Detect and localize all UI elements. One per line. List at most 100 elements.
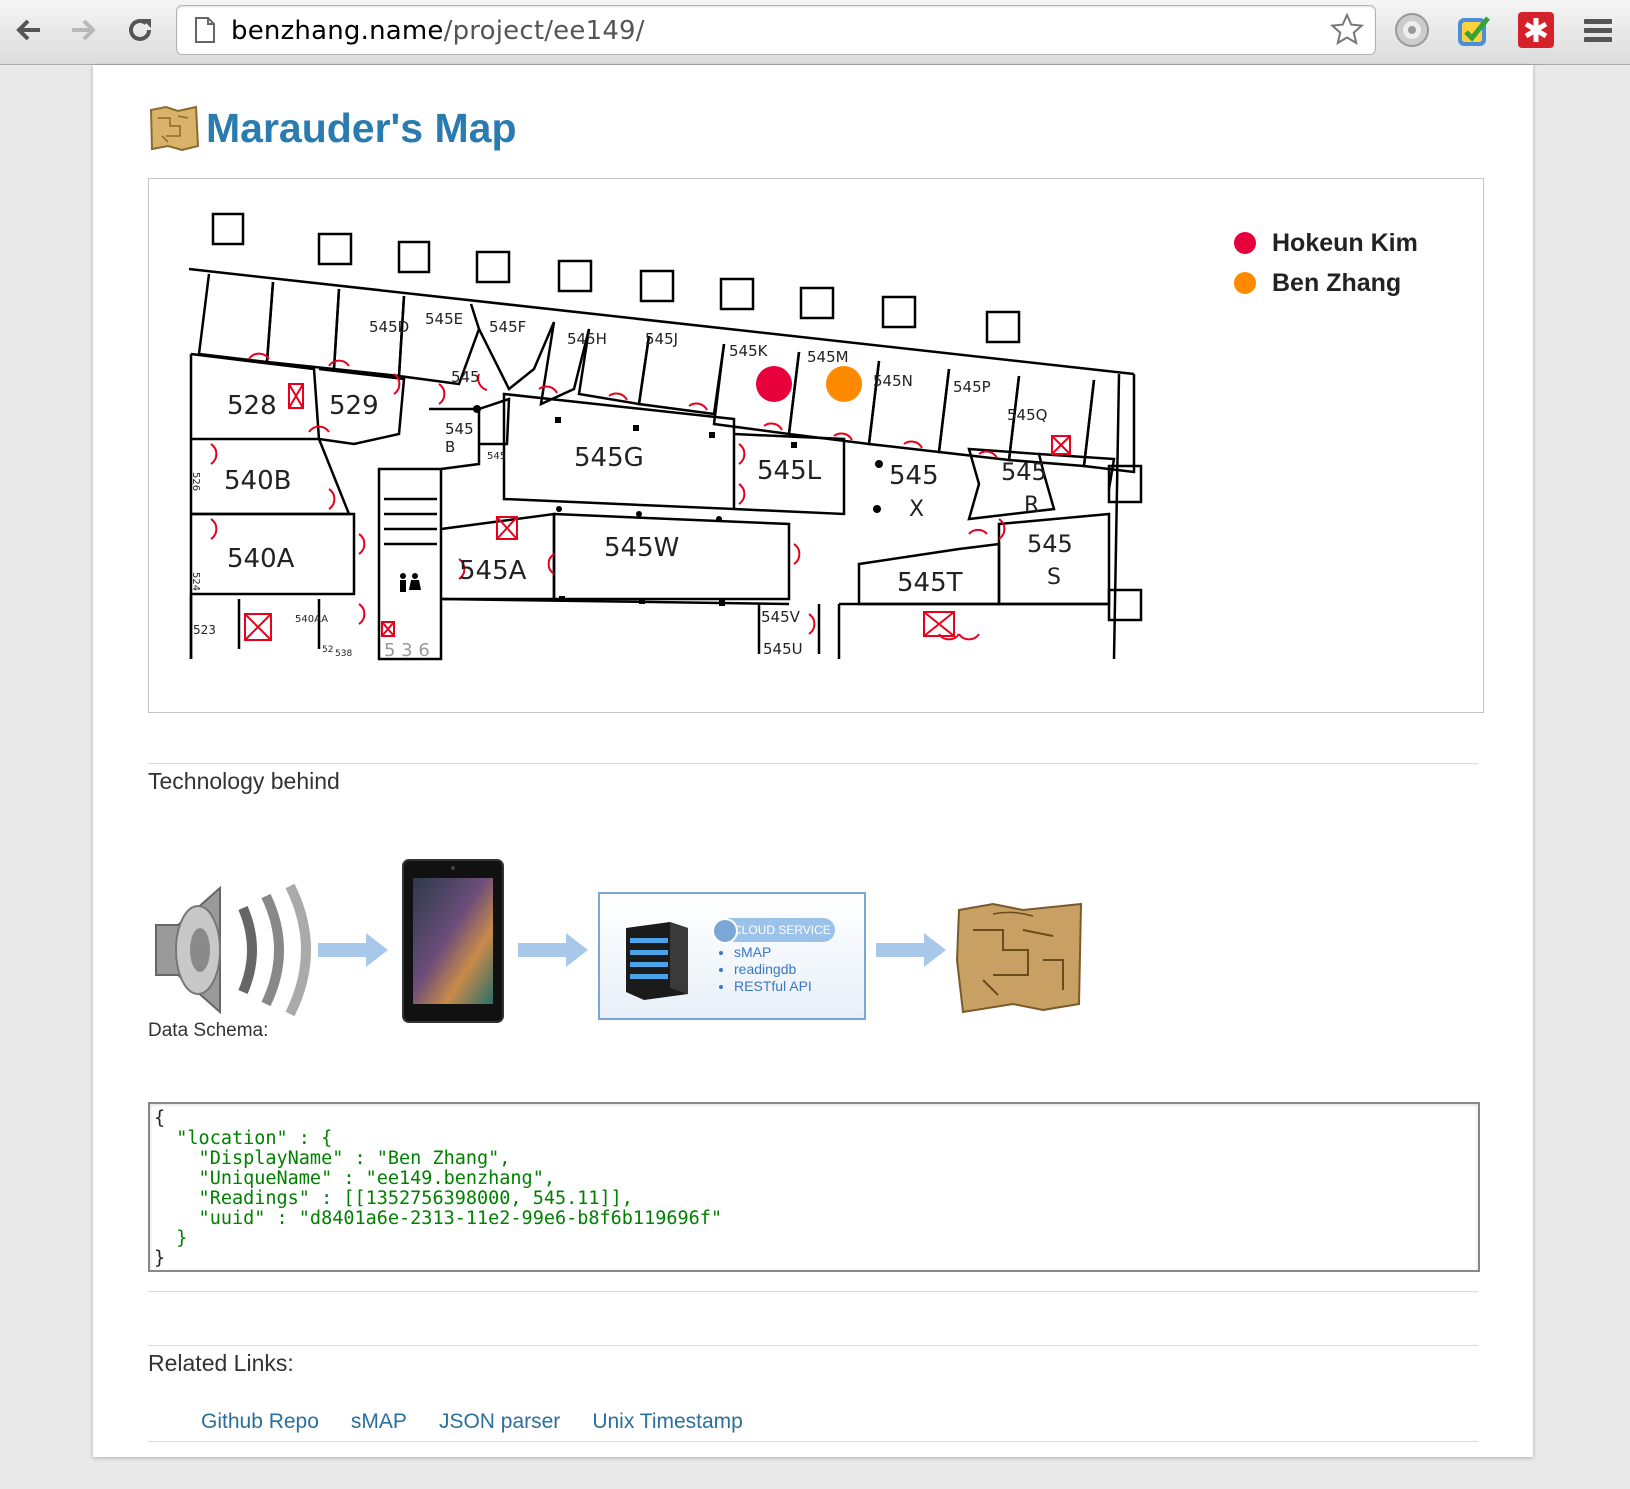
url-text: benzhang.name/project/ee149/ [231,16,645,46]
github-repo-link[interactable]: Github Repo [201,1410,319,1434]
legend-name: Hokeun Kim [1272,228,1418,257]
svg-text:545J: 545J [645,330,678,348]
svg-text:545F: 545F [489,318,526,336]
svg-text:545K: 545K [729,342,769,360]
svg-text:540B: 540B [224,466,291,496]
related-links: Github Repo sMAP JSON parser Unix Timest… [201,1410,743,1434]
svg-text:545W: 545W [604,533,679,563]
code-line: "Readings" : [[1352756398000, 545.11]], [154,1188,633,1209]
divider [148,763,1478,764]
svg-text:545H: 545H [567,330,607,348]
page-content: Marauder's Map 545D 545E 545F 545H 545J … [93,65,1533,1457]
globe-extension-icon[interactable] [1392,10,1432,50]
code-line: "DisplayName" : "Ben Zhang", [154,1148,511,1169]
svg-text:545: 545 [445,420,474,438]
browser-toolbar: benzhang.name/project/ee149/ [0,0,1630,65]
legend-item: Hokeun Kim [1234,223,1418,263]
svg-text:545G: 545G [574,443,644,473]
svg-text:540A: 540A [227,544,295,574]
svg-text:545T: 545T [897,568,963,598]
svg-text:526: 526 [190,472,201,491]
asterisk-extension-icon[interactable] [1516,10,1556,50]
svg-text:545Q: 545Q [1007,406,1047,424]
svg-text:545N: 545N [873,372,913,390]
cloud-item: sMAP [734,944,812,961]
cloud-service-title: CLOUD SERVICE [733,923,831,937]
svg-text:538: 538 [335,649,352,659]
svg-text:52: 52 [322,645,333,655]
parchment-map-icon [149,105,200,152]
json-parser-link[interactable]: JSON parser [439,1410,560,1434]
bookmark-star-icon[interactable] [1329,12,1365,48]
page-header: Marauder's Map [148,103,517,153]
svg-text:545P: 545P [953,378,991,396]
svg-text:545: 545 [889,461,939,491]
code-line: "uuid" : "d8401a6e-2313-11e2-99e6-b8f6b1… [154,1208,723,1229]
server-icon [626,922,688,1000]
svg-text:545U: 545U [763,640,803,658]
divider [148,1345,1478,1346]
map-legend: Hokeun Kim Ben Zhang [1234,223,1418,303]
cloud-service-list: sMAP readingdb RESTful API [720,944,812,995]
cloud-item: readingdb [734,961,812,978]
restroom-icon [400,573,421,592]
unix-timestamp-link[interactable]: Unix Timestamp [592,1410,743,1434]
reload-button[interactable] [120,10,160,50]
svg-text:S: S [1047,565,1061,590]
svg-text:5 3 6: 5 3 6 [384,640,430,661]
svg-text:545: 545 [1027,530,1073,558]
code-line: "location" : { [154,1128,333,1149]
floorplan-map: 545D 545E 545F 545H 545J 545K 545M 545N … [188,212,1143,661]
code-line: "UniqueName" : "ee149.benzhang", [154,1168,555,1189]
svg-text:524: 524 [190,572,201,591]
forward-button[interactable] [64,10,104,50]
back-arrow-icon [16,19,40,41]
smap-link[interactable]: sMAP [351,1410,407,1434]
arrow-icon [518,933,588,967]
svg-text:545: 545 [487,451,506,462]
legend-dot-orange [1234,272,1256,294]
map-panel: 545D 545E 545F 545H 545J 545K 545M 545N … [148,178,1484,713]
svg-text:545M: 545M [807,348,849,366]
url-host: benzhang.name [231,16,444,46]
menu-icon[interactable] [1578,10,1618,50]
legend-name: Ben Zhang [1272,268,1402,297]
cloud-circle-icon [712,918,738,944]
divider [148,1291,1478,1292]
svg-text:545V: 545V [761,608,801,626]
speaker-icon [155,883,311,1017]
svg-text:R: R [1024,493,1039,518]
arrow-icon [318,933,388,967]
svg-text:545D: 545D [369,318,409,336]
code-line: { [154,1108,166,1129]
schema-heading: Data Schema: [148,1020,269,1041]
technology-heading: Technology behind [148,768,340,794]
back-button[interactable] [8,10,48,50]
svg-text:545L: 545L [757,456,822,486]
technology-diagram: CLOUD SERVICE sMAP readingdb RESTful API [148,850,1088,1025]
checkbox-extension-icon[interactable] [1454,10,1494,50]
marauders-map-parchment-icon [955,902,1083,1014]
hokeun-kim-marker [756,366,792,402]
related-links-heading: Related Links: [148,1350,294,1376]
divider [148,1441,1478,1442]
svg-text:545A: 545A [459,556,527,586]
svg-text:B: B [445,438,455,456]
page-title: Marauder's Map [206,104,517,151]
address-bar[interactable]: benzhang.name/project/ee149/ [176,5,1376,55]
page-icon [195,17,215,43]
legend-dot-red [1234,232,1256,254]
cloud-service-box: CLOUD SERVICE sMAP readingdb RESTful API [598,892,866,1020]
code-line: } [154,1248,166,1269]
svg-text:529: 529 [329,391,379,421]
schema-code-box: { "location" : { "DisplayName" : "Ben Zh… [148,1102,1480,1272]
svg-text:545: 545 [451,368,480,386]
svg-text:545E: 545E [425,310,463,328]
forward-arrow-icon [72,19,96,41]
legend-item: Ben Zhang [1234,263,1418,303]
svg-text:545: 545 [1001,458,1047,486]
svg-text:528: 528 [227,391,277,421]
arrow-icon [876,933,946,967]
svg-text:540AA: 540AA [295,614,328,625]
ben-zhang-marker [826,366,862,402]
